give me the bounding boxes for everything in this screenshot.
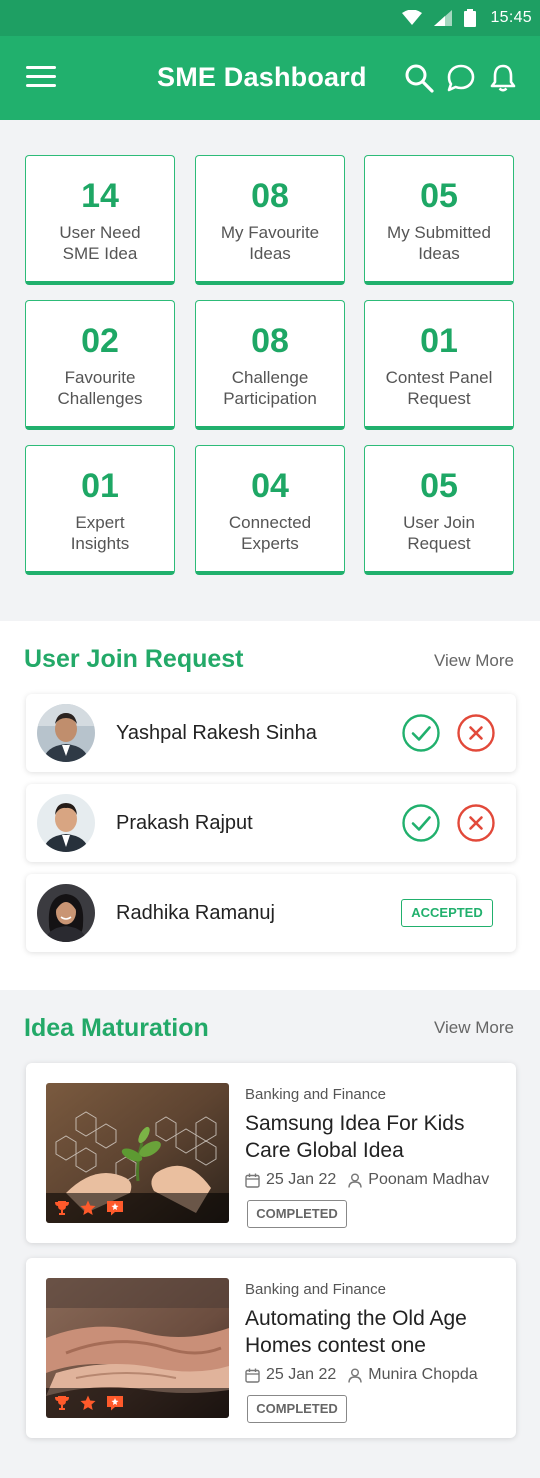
idea-author: Poonam Madhav: [368, 1171, 490, 1188]
view-more-link[interactable]: View More: [434, 651, 514, 671]
idea-thumbnail: [46, 1278, 229, 1418]
idea-date: 25 Jan 22: [266, 1366, 337, 1383]
idea-card[interactable]: Banking and Finance Samsung Idea For Kid…: [26, 1063, 516, 1243]
stat-label: My Submitted Ideas: [387, 223, 491, 263]
idea-category: Banking and Finance: [245, 1281, 386, 1298]
stat-card-user-need[interactable]: 14 User Need SME Idea: [25, 155, 175, 285]
app-bar: SME Dashboard: [0, 36, 540, 120]
join-request-item: Prakash Rajput: [26, 784, 516, 862]
chat-icon[interactable]: [446, 63, 476, 93]
user-icon: [348, 1173, 362, 1188]
stat-card-contest-panel[interactable]: 01 Contest Panel Request: [364, 300, 514, 430]
idea-thumbnail: [46, 1083, 229, 1223]
join-request-item: Radhika Ramanuj ACCEPTED: [26, 874, 516, 952]
stat-value: 05: [420, 177, 458, 215]
stat-value: 01: [420, 322, 458, 360]
reject-button[interactable]: [457, 714, 495, 752]
trophy-icon: [55, 1201, 69, 1215]
stat-label: My Favourite Ideas: [220, 223, 320, 263]
request-name: Yashpal Rakesh Sinha: [116, 722, 317, 744]
menu-icon[interactable]: [26, 66, 56, 88]
idea-date: 25 Jan 22: [266, 1171, 337, 1188]
stat-value: 05: [420, 467, 458, 505]
avatar: [37, 704, 95, 762]
stat-label: Contest Panel Request: [385, 368, 493, 408]
stat-card-favourite-challenges[interactable]: 02 Favourite Challenges: [25, 300, 175, 430]
accept-button[interactable]: [402, 714, 440, 752]
bell-icon[interactable]: [488, 63, 518, 93]
reject-button[interactable]: [457, 804, 495, 842]
completed-badge: COMPLETED: [247, 1395, 347, 1423]
accept-button[interactable]: [402, 804, 440, 842]
section-title: User Join Request: [24, 645, 244, 673]
status-bar: 15:45: [0, 0, 540, 36]
stat-value: 14: [81, 177, 119, 215]
thumbnail-icon-bar: [46, 1388, 229, 1418]
trophy-icon: [55, 1396, 69, 1410]
request-name: Prakash Rajput: [116, 812, 253, 834]
avatar: [37, 794, 95, 852]
idea-meta: 25 Jan 22 Munira Chopda: [245, 1366, 478, 1384]
stat-card-connected-experts[interactable]: 04 Connected Experts: [195, 445, 345, 575]
join-request-section: User Join Request View More Yashpal Rake…: [0, 621, 540, 990]
signal-icon: [434, 10, 453, 26]
review-icon: [107, 1201, 123, 1216]
stat-label: User Join Request: [403, 513, 475, 553]
stat-value: 01: [81, 467, 119, 505]
stat-label: User Need SME Idea: [59, 223, 141, 263]
idea-title: Automating the Old Age Homes contest one: [245, 1307, 467, 1357]
stat-card-expert-insights[interactable]: 01 Expert Insights: [25, 445, 175, 575]
request-name: Radhika Ramanuj: [116, 902, 275, 924]
stat-value: 02: [81, 322, 119, 360]
idea-maturation-section: Idea Maturation View More Banking and Fi…: [0, 990, 540, 1478]
star-icon: [80, 1200, 96, 1215]
stat-card-challenge-participation[interactable]: 08 Challenge Participation: [195, 300, 345, 430]
stat-card-submitted-ideas[interactable]: 05 My Submitted Ideas: [364, 155, 514, 285]
completed-badge: COMPLETED: [247, 1200, 347, 1228]
stat-label: Expert Insights: [70, 513, 130, 553]
calendar-icon: [245, 1368, 260, 1383]
stat-label: Challenge Participation: [223, 368, 317, 408]
thumbnail-icon-bar: [46, 1193, 229, 1223]
idea-category: Banking and Finance: [245, 1086, 386, 1103]
search-icon[interactable]: [404, 63, 434, 93]
idea-meta: 25 Jan 22 Poonam Madhav: [245, 1171, 489, 1189]
calendar-icon: [245, 1173, 260, 1188]
page-title: SME Dashboard: [157, 62, 367, 92]
stat-label: Favourite Challenges: [57, 368, 143, 408]
wifi-icon: [402, 10, 423, 25]
stat-card-favourite-ideas[interactable]: 08 My Favourite Ideas: [195, 155, 345, 285]
idea-author: Munira Chopda: [368, 1366, 478, 1383]
status-time: 15:45: [490, 9, 532, 26]
stat-value: 08: [251, 177, 289, 215]
avatar: [37, 884, 95, 942]
star-icon: [80, 1395, 96, 1410]
idea-card[interactable]: Banking and Finance Automating the Old A…: [26, 1258, 516, 1438]
stats-grid: 14 User Need SME Idea 08 My Favourite Id…: [0, 120, 540, 620]
stat-value: 04: [251, 467, 289, 505]
idea-title: Samsung Idea For Kids Care Global Idea: [245, 1112, 465, 1162]
review-icon: [107, 1396, 123, 1411]
accepted-badge: ACCEPTED: [401, 899, 493, 927]
join-request-item: Yashpal Rakesh Sinha: [26, 694, 516, 772]
user-icon: [348, 1368, 362, 1383]
stat-value: 08: [251, 322, 289, 360]
stat-card-user-join-request[interactable]: 05 User Join Request: [364, 445, 514, 575]
section-title: Idea Maturation: [24, 1014, 209, 1042]
view-more-link[interactable]: View More: [434, 1018, 514, 1038]
stat-label: Connected Experts: [228, 513, 312, 553]
battery-icon: [464, 9, 477, 27]
